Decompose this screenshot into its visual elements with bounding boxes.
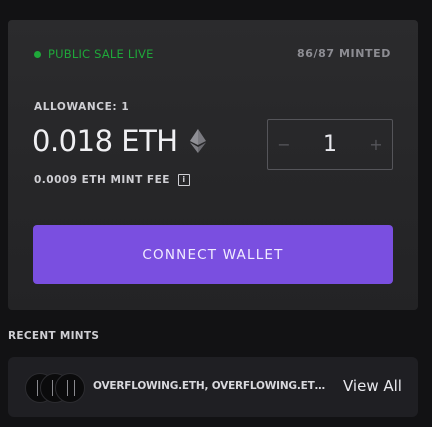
info-icon[interactable]: i bbox=[177, 174, 190, 186]
mint-fee-label: 0.0009 ETH MINT FEE bbox=[34, 174, 170, 186]
recent-mints-names: OVERFLOWING.ETH, OVERFLOWING.ETH, OV... bbox=[93, 380, 333, 392]
mint-fee: 0.0009 ETH MINT FEE i bbox=[34, 174, 190, 186]
allowance-label: ALLOWANCE: 1 bbox=[34, 101, 130, 113]
mint-card: PUBLIC SALE LIVE 86/87 MINTED ALLOWANCE:… bbox=[8, 20, 418, 310]
live-dot-icon bbox=[34, 50, 41, 58]
minted-count: 86/87 MINTED bbox=[296, 47, 391, 60]
connect-wallet-button[interactable]: CONNECT WALLET bbox=[33, 225, 393, 284]
sale-status-label: PUBLIC SALE LIVE bbox=[48, 47, 154, 61]
ethereum-icon bbox=[189, 129, 206, 153]
recent-mints-label: RECENT MINTS bbox=[8, 330, 100, 342]
quantity-stepper: − 1 + bbox=[267, 119, 393, 170]
decrement-button[interactable]: − bbox=[268, 135, 300, 154]
quantity-value: 1 bbox=[323, 132, 337, 157]
recent-mints-bar: OVERFLOWING.ETH, OVERFLOWING.ETH, OV... … bbox=[8, 357, 418, 417]
sale-status: PUBLIC SALE LIVE bbox=[34, 47, 154, 61]
avatar-group bbox=[25, 373, 87, 403]
increment-button[interactable]: + bbox=[360, 135, 392, 154]
avatar bbox=[55, 373, 85, 403]
view-all-link[interactable]: View All bbox=[343, 377, 402, 395]
price-value: 0.018 ETH bbox=[32, 124, 178, 158]
price-display: 0.018 ETH bbox=[32, 124, 206, 158]
